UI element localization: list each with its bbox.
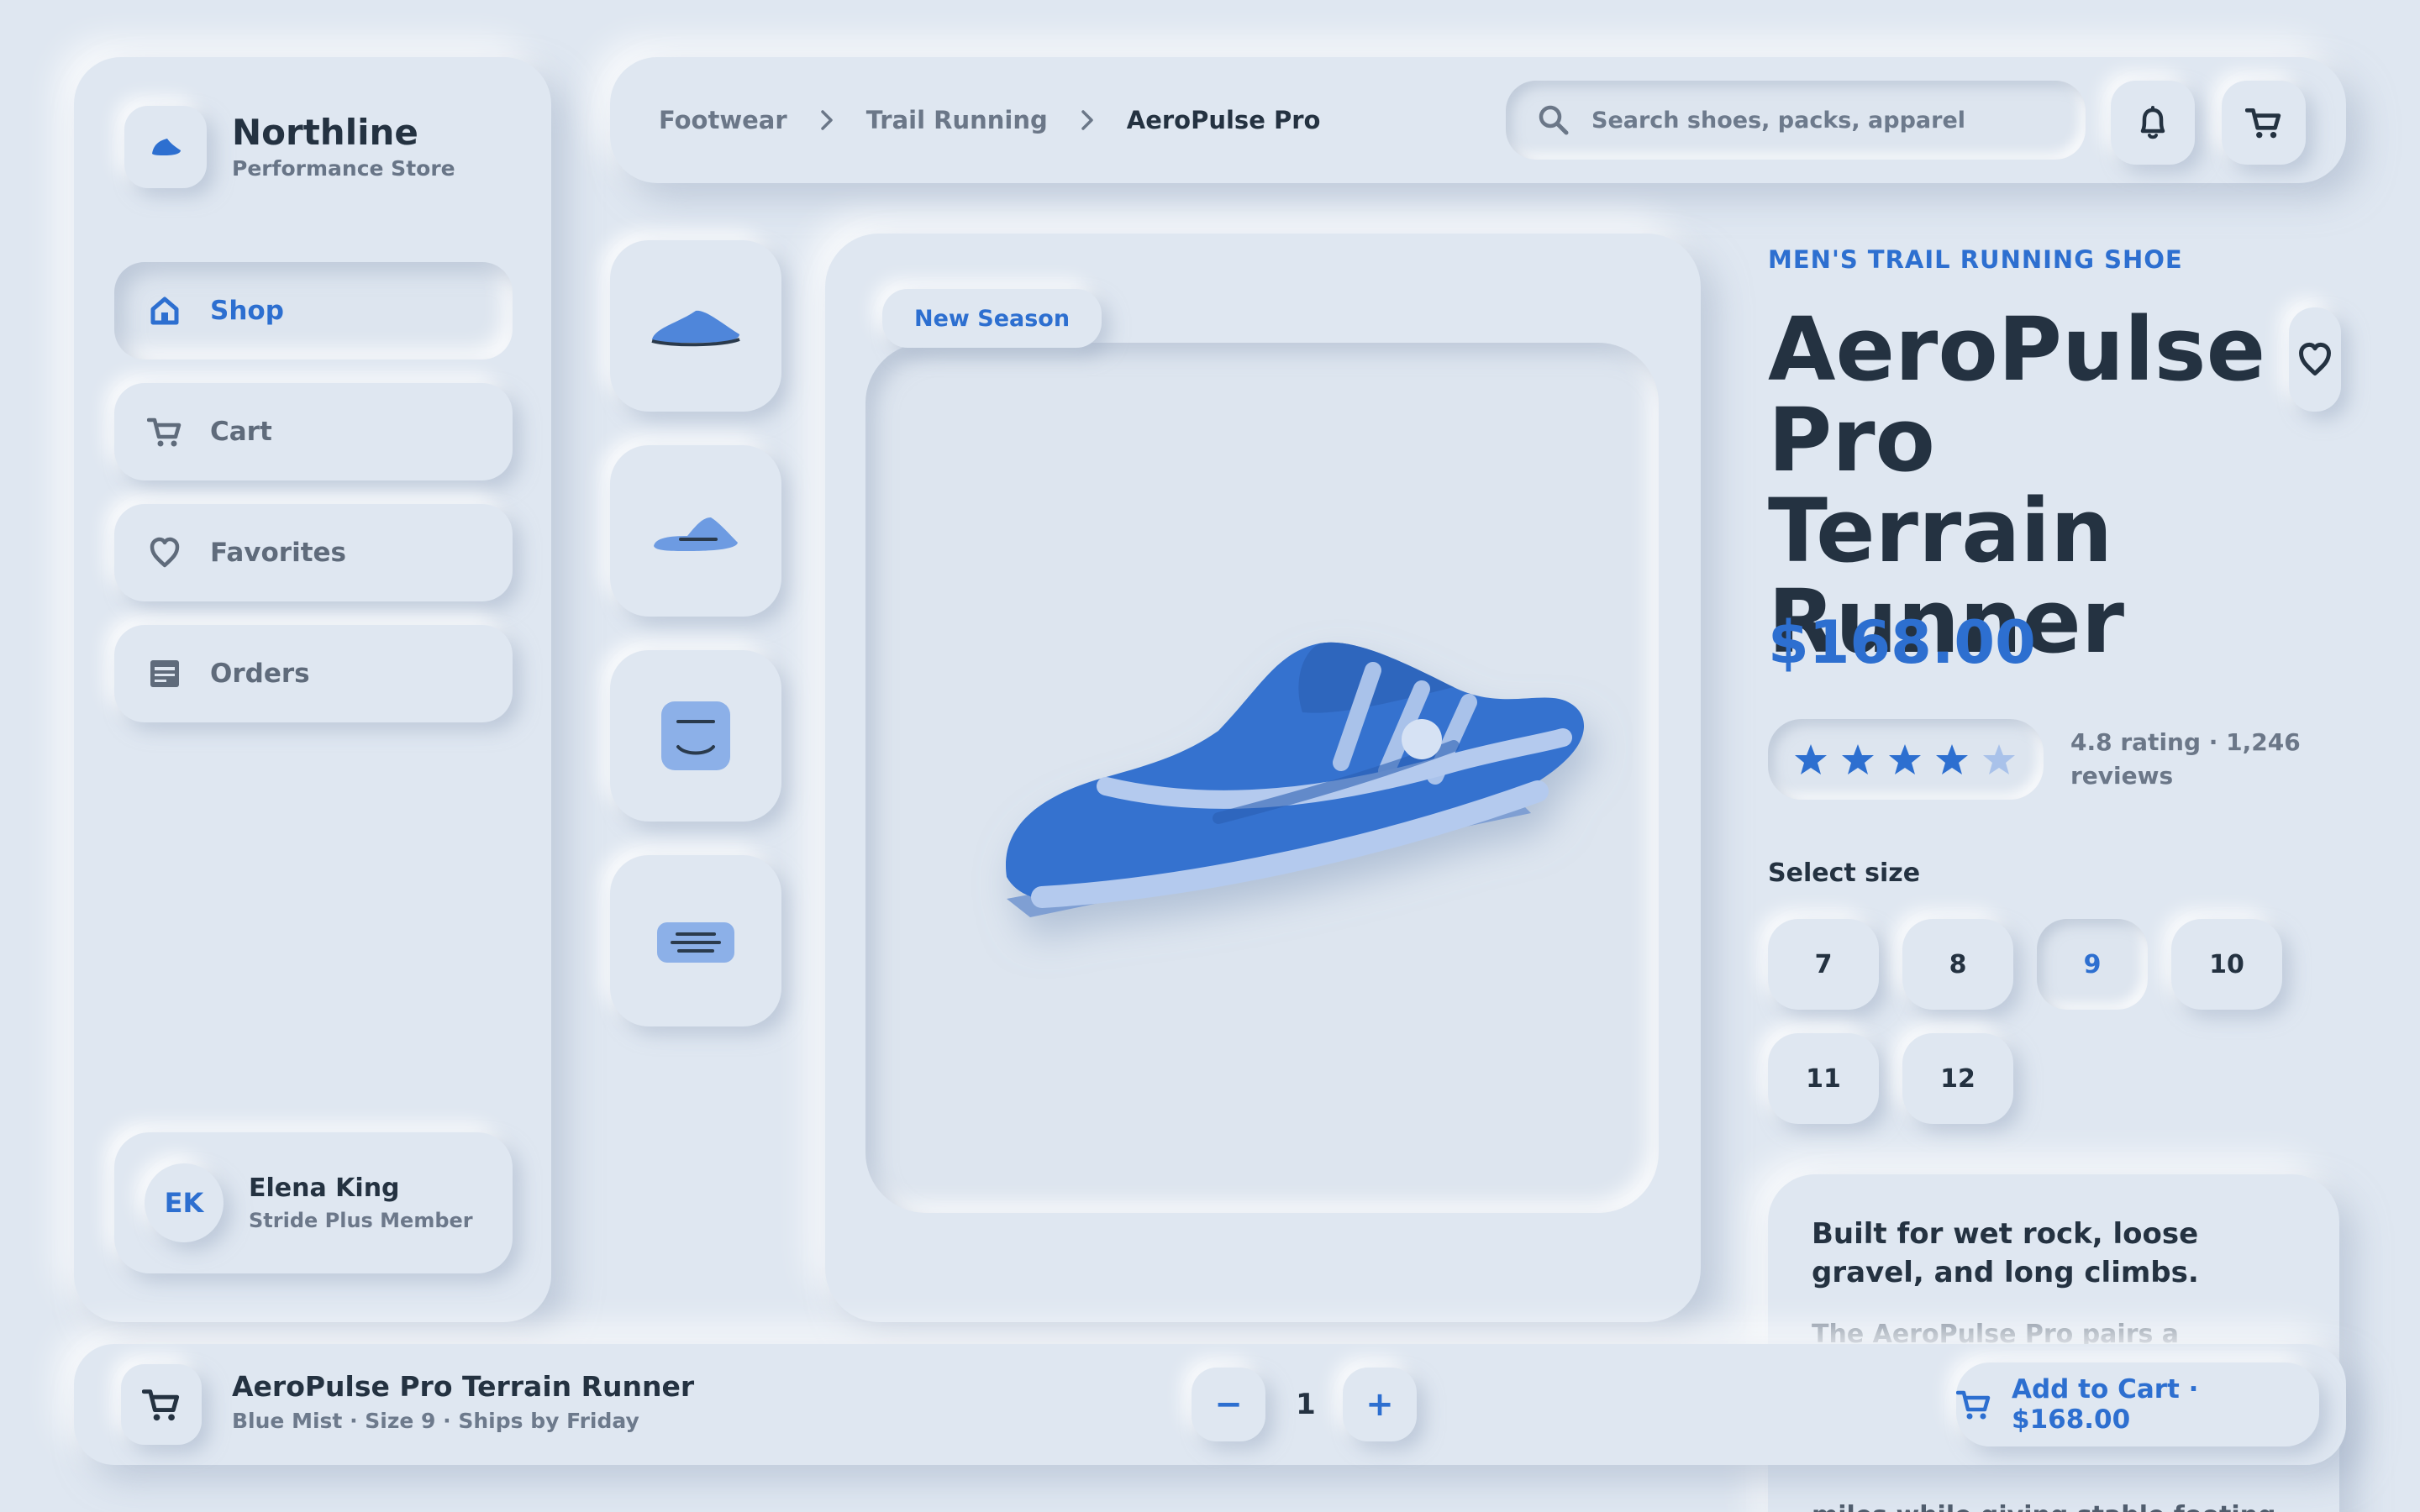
sidebar: Northline Performance Store Shop Cart Fa… <box>74 57 551 1322</box>
breadcrumb-trail-running[interactable]: Trail Running <box>866 106 1048 134</box>
user-role: Stride Plus Member <box>249 1209 473 1232</box>
sidebar-nav: Shop Cart Favorites Orders <box>114 262 513 746</box>
brand-logo[interactable] <box>124 106 207 188</box>
sidebar-item-shop[interactable]: Shop <box>114 262 513 360</box>
sidebar-item-orders[interactable]: Orders <box>114 625 513 722</box>
cart-bar-product-name: AeroPulse Pro Terrain Runner <box>232 1370 695 1403</box>
star-filled-icon <box>1887 743 1923 776</box>
size-option-8[interactable]: 8 <box>1902 919 2013 1010</box>
shoe-logo-icon <box>152 139 181 155</box>
favorite-button[interactable] <box>2289 307 2341 412</box>
thumbnail-front-view[interactable] <box>610 650 781 822</box>
thumbnail-side-view[interactable] <box>610 240 781 412</box>
product-image-stage <box>865 343 1659 1213</box>
quantity-increase-button[interactable]: + <box>1343 1368 1417 1441</box>
sidebar-item-label: Favorites <box>210 538 346 568</box>
star-partial-icon <box>1981 743 2017 776</box>
add-to-cart-label: Add to Cart · $168.00 <box>2012 1374 2199 1435</box>
shoe-top-thumbnail <box>654 517 738 551</box>
product-price: $168.00 <box>1768 608 2036 677</box>
star-filled-icon <box>1793 743 1828 776</box>
chevron-right-icon <box>819 109 834 131</box>
sidebar-item-favorites[interactable]: Favorites <box>114 504 513 601</box>
size-option-7[interactable]: 7 <box>1768 919 1879 1010</box>
quantity-decrease-button[interactable]: − <box>1192 1368 1265 1441</box>
thumbnail-top-view[interactable] <box>610 445 781 617</box>
product-gallery: New Season <box>825 234 1701 1322</box>
breadcrumb: Footwear Trail Running AeroPulse Pro <box>659 57 1320 183</box>
sidebar-item-label: Cart <box>210 417 272 447</box>
breadcrumb-current: AeroPulse Pro <box>1126 106 1321 134</box>
orders-icon <box>146 655 183 692</box>
cart-icon <box>146 413 183 450</box>
cart-bar-details: Blue Mist · Size 9 · Ships by Friday <box>232 1409 639 1433</box>
home-icon <box>146 292 183 329</box>
description-line: miles while giving stable footing <box>1812 1494 2296 1512</box>
cart-bar: AeroPulse Pro Terrain Runner Blue Mist ·… <box>74 1344 2346 1465</box>
shoe-front-thumbnail <box>661 701 730 770</box>
product-info: MEN'S TRAIL RUNNING SHOE AeroPulse Pro T… <box>1768 0 2356 1512</box>
heart-icon <box>2299 342 2331 375</box>
brand-subtitle: Performance Store <box>232 156 455 181</box>
chevron-right-icon <box>1080 109 1095 131</box>
product-category: MEN'S TRAIL RUNNING SHOE <box>1768 245 2183 274</box>
size-option-9[interactable]: 9 <box>2037 919 2148 1010</box>
brand-name: Northline <box>232 112 418 153</box>
sidebar-item-label: Shop <box>210 296 284 326</box>
size-option-12[interactable]: 12 <box>1902 1033 2013 1124</box>
sidebar-item-cart[interactable]: Cart <box>114 383 513 480</box>
size-label: Select size <box>1768 858 1921 888</box>
star-filled-icon <box>1934 743 1970 776</box>
add-to-cart-button[interactable]: Add to Cart · $168.00 <box>1956 1362 2319 1446</box>
quantity-value: 1 <box>1296 1388 1316 1421</box>
shoe-side-thumbnail <box>651 310 740 347</box>
rating-summary: 4.8 rating · 1,246 reviews <box>2070 728 2301 790</box>
avatar: EK <box>145 1163 224 1242</box>
sidebar-item-label: Orders <box>210 659 310 689</box>
size-option-11[interactable]: 11 <box>1768 1033 1879 1124</box>
brand: Northline Performance Store <box>124 106 455 188</box>
shoe-sole-thumbnail <box>657 922 734 963</box>
user-name: Elena King <box>249 1173 400 1203</box>
cart-icon <box>1956 1388 1991 1421</box>
cart-icon <box>142 1389 180 1421</box>
description-headline: Built for wet rock, loose gravel, and lo… <box>1812 1217 2199 1289</box>
new-season-badge: New Season <box>882 289 1102 348</box>
star-filled-icon <box>1840 743 1876 776</box>
rating-stars <box>1768 719 2044 800</box>
running-shoe-image <box>1006 642 1585 917</box>
user-card[interactable]: EK Elena King Stride Plus Member <box>114 1132 513 1273</box>
cart-bar-icon-button[interactable] <box>121 1364 202 1445</box>
search-icon <box>1539 105 1569 135</box>
heart-icon <box>146 534 183 571</box>
thumbnail-sole-view[interactable] <box>610 855 781 1026</box>
size-option-10[interactable]: 10 <box>2171 919 2282 1010</box>
breadcrumb-footwear[interactable]: Footwear <box>659 106 787 134</box>
